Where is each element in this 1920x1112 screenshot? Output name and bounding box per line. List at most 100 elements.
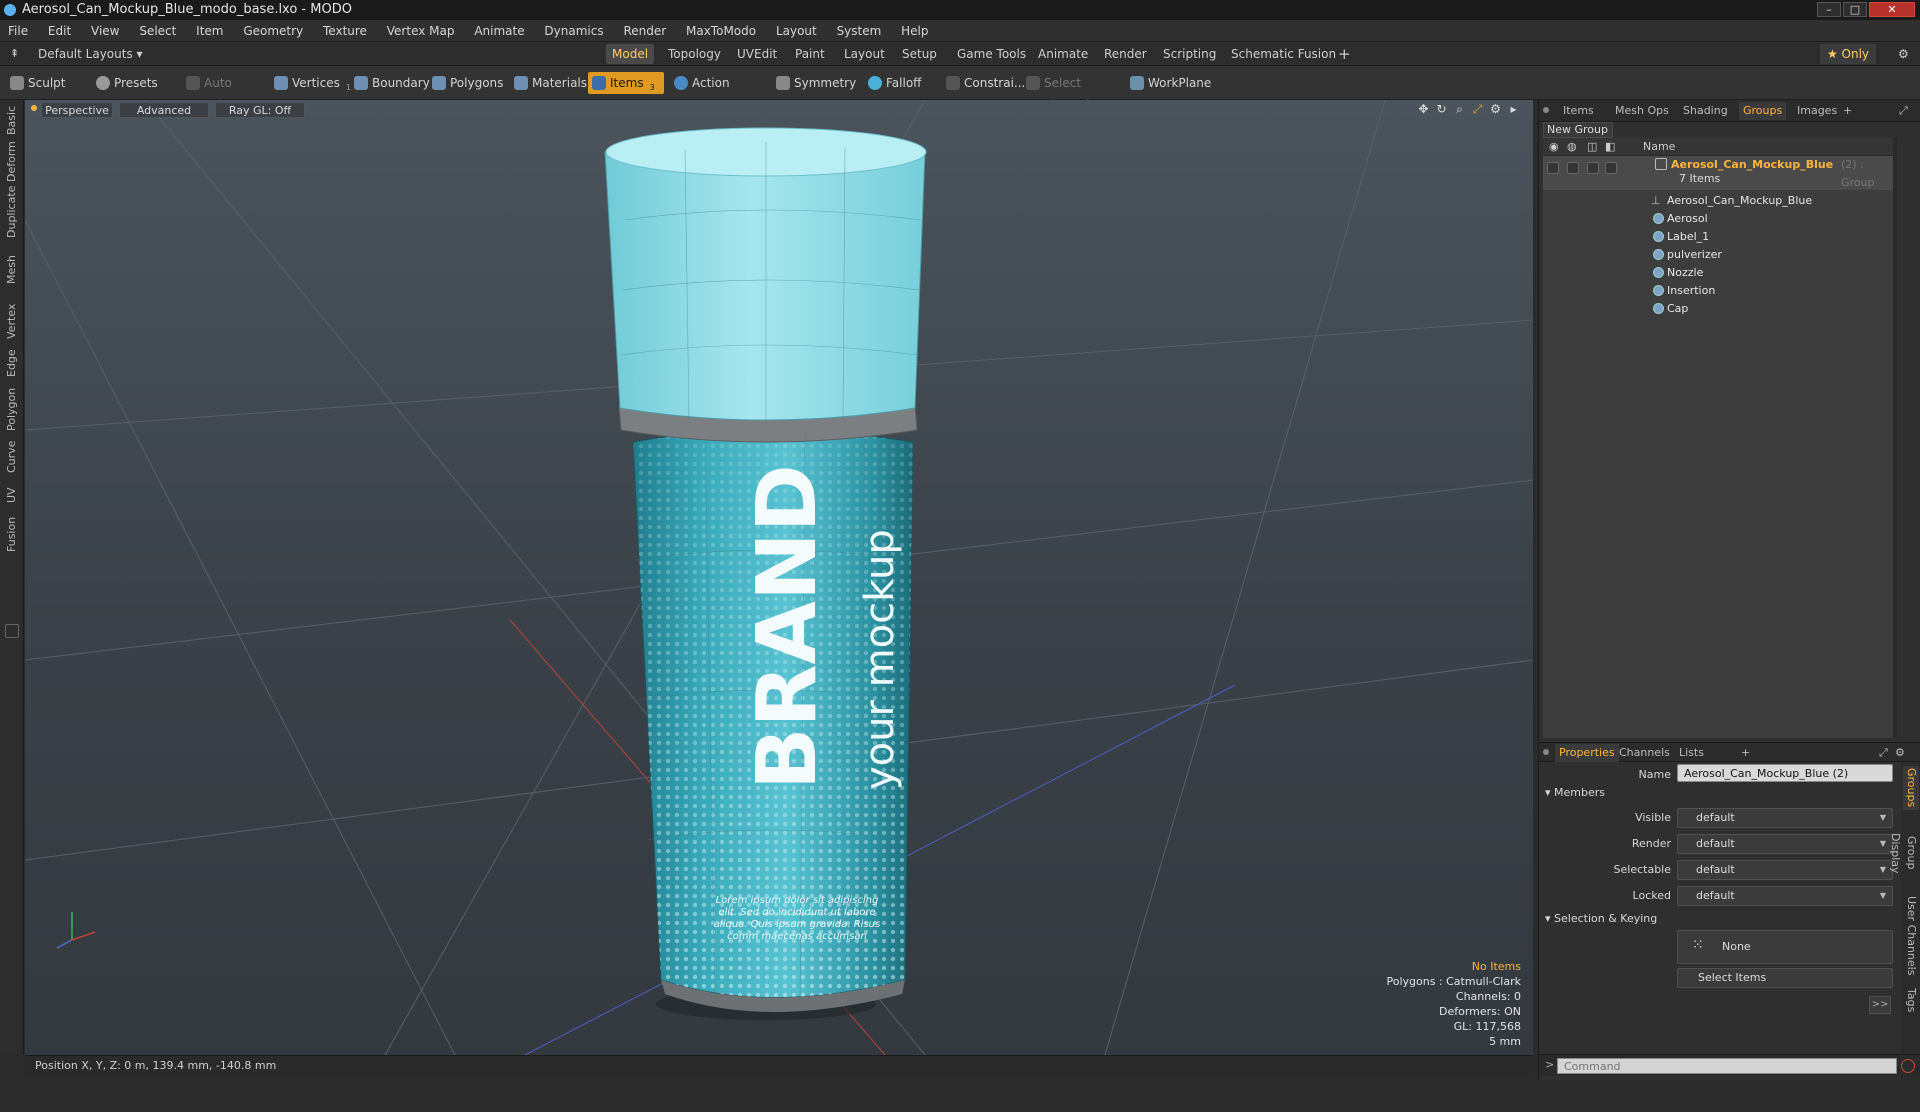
select-through-button[interactable]: Select Through [1022, 72, 1122, 112]
tab-channels[interactable]: Channels [1615, 744, 1674, 762]
boundary-button[interactable]: Boundary [350, 72, 430, 94]
only-toggle[interactable]: ★ Only [1820, 44, 1876, 64]
menu-edit[interactable]: Edit [40, 20, 79, 42]
group-select-toggle[interactable] [1605, 162, 1617, 174]
tab-edge[interactable]: Edge [3, 346, 21, 380]
keying-none-button[interactable]: ⁙ None [1677, 930, 1893, 964]
workplane-button[interactable]: WorkPlane [1126, 72, 1211, 94]
side-tab-user-channels[interactable]: User Channels [1903, 896, 1919, 976]
list-item[interactable]: pulverizer [1543, 246, 1897, 264]
list-item[interactable]: Insertion [1543, 282, 1897, 300]
panel-menu-icon[interactable] [1543, 107, 1549, 113]
menu-layout[interactable]: Layout [768, 20, 825, 42]
tab-scripting[interactable]: Scripting [1157, 44, 1222, 64]
tab-schematic-fusion[interactable]: Schematic Fusion [1225, 44, 1342, 64]
viewport-options-gear-icon[interactable]: ⚙ [1489, 103, 1502, 116]
name-field[interactable] [1677, 764, 1893, 782]
command-record-icon[interactable] [1901, 1059, 1915, 1073]
viewport-menu-icon[interactable] [31, 105, 37, 111]
selectable-dropdown[interactable]: default [1677, 860, 1893, 880]
tab-properties[interactable]: Properties [1555, 744, 1619, 762]
command-input[interactable] [1557, 1058, 1897, 1074]
tab-lists[interactable]: Lists [1675, 744, 1708, 762]
props-gear-icon[interactable]: ⚙ [1891, 744, 1909, 762]
default-layouts-dropdown[interactable]: Default Layouts ▾ [32, 44, 149, 64]
select-items-button[interactable]: Select Items [1677, 968, 1893, 988]
list-item[interactable]: ⊥ Aerosol_Can_Mockup_Blue [1543, 192, 1897, 210]
tab-mesh-ops[interactable]: Mesh Ops [1611, 102, 1673, 120]
visible-dropdown[interactable]: default [1677, 808, 1893, 828]
side-tab-tags[interactable]: Tags [1903, 984, 1919, 1016]
name-column-header[interactable]: Name [1643, 138, 1675, 156]
tab-animate[interactable]: Animate [1032, 44, 1094, 64]
selection-keying-section-header[interactable]: ▾ Selection & Keying [1545, 912, 1657, 925]
expand-more-button[interactable]: >> [1869, 996, 1891, 1014]
pan-icon[interactable]: ✥ [1417, 103, 1430, 116]
menu-texture[interactable]: Texture [315, 20, 375, 42]
presets-button[interactable]: Presets [92, 72, 170, 94]
close-button[interactable]: ✕ [1869, 2, 1915, 17]
members-section-header[interactable]: ▾ Members [1545, 786, 1605, 799]
tab-setup[interactable]: Setup [896, 44, 943, 64]
tab-shading[interactable]: Shading [1679, 102, 1732, 120]
constraints-button[interactable]: Constrai... [942, 72, 1025, 94]
tab-curve[interactable]: Curve [3, 438, 21, 476]
menu-geometry[interactable]: Geometry [235, 20, 311, 42]
expand-arrow-icon[interactable]: ▸ [1507, 103, 1520, 116]
fit-view-icon[interactable]: ⤢ [1471, 103, 1484, 116]
tab-images[interactable]: Images [1793, 102, 1841, 120]
menu-select[interactable]: Select [131, 20, 184, 42]
minimize-button[interactable]: – [1817, 2, 1841, 17]
tab-model[interactable]: Model [606, 44, 654, 64]
group-lock-toggle[interactable] [1587, 162, 1599, 174]
tab-vertex[interactable]: Vertex [3, 302, 21, 340]
3d-viewport[interactable]: BRAND your mockup Lorem ipsum dolor sit … [25, 100, 1533, 1055]
panel-expand-icon[interactable]: ⤢ [1895, 102, 1912, 120]
menu-item[interactable]: Item [188, 20, 231, 42]
pin-icon[interactable]: ⇞ [4, 44, 25, 64]
menu-file[interactable]: File [0, 20, 36, 42]
tab-groups[interactable]: Groups [1739, 102, 1787, 120]
side-tab-group-display[interactable]: Group Display [1889, 816, 1919, 890]
locked-dropdown[interactable]: default [1677, 886, 1893, 906]
tab-uv[interactable]: UV [3, 482, 21, 508]
rotate-icon[interactable]: ↻ [1435, 103, 1448, 116]
menu-animate[interactable]: Animate [466, 20, 532, 42]
vertices-button[interactable]: Vertices 1 [270, 72, 351, 94]
action-center-button[interactable]: Action Center [670, 72, 766, 112]
falloff-button[interactable]: Falloff [864, 72, 930, 94]
items-button[interactable]: Items 3 [588, 72, 664, 94]
materials-button[interactable]: Materials [510, 72, 587, 94]
tab-items[interactable]: Items [1559, 102, 1598, 120]
menu-dynamics[interactable]: Dynamics [536, 20, 611, 42]
tab-duplicate[interactable]: Duplicate [3, 186, 21, 238]
tab-mesh-edit[interactable]: Mesh Edit [3, 244, 36, 296]
render-dropdown[interactable]: default [1677, 834, 1893, 854]
tab-game-tools[interactable]: Game Tools [951, 44, 1032, 64]
groups-scrollbar[interactable] [1893, 138, 1897, 738]
group-render-toggle[interactable] [1567, 162, 1579, 174]
menu-view[interactable]: View [83, 20, 127, 42]
group-row[interactable]: Aerosol_Can_Mockup_Blue (2) : Group 7 It… [1543, 156, 1897, 190]
tab-polygon[interactable]: Polygon [3, 386, 21, 432]
list-item[interactable]: Cap [1543, 300, 1897, 318]
raygl-toggle[interactable]: Ray GL: Off [215, 102, 305, 118]
symmetry-button[interactable]: Symmetry [772, 72, 856, 94]
props-menu-icon[interactable] [1543, 749, 1549, 755]
add-panel-tab-button[interactable]: + [1839, 102, 1856, 120]
maximize-button[interactable]: □ [1843, 2, 1867, 17]
group-visibility-eye-icon[interactable] [1547, 162, 1559, 174]
toggle-panel-icon[interactable] [5, 624, 19, 638]
list-item[interactable]: Label_1 [1543, 228, 1897, 246]
view-mode-dropdown[interactable]: Perspective [41, 102, 113, 118]
auto-select-button[interactable]: Auto Select [182, 72, 266, 112]
tab-paint[interactable]: Paint [789, 44, 831, 64]
polygons-button[interactable]: Polygons [428, 72, 503, 94]
new-group-button[interactable]: New Group [1543, 122, 1613, 138]
tab-fusion[interactable]: Fusion [3, 514, 21, 554]
sculpt-button[interactable]: Sculpt [6, 72, 90, 94]
menu-render[interactable]: Render [615, 20, 674, 42]
shading-dropdown[interactable]: Advanced [119, 102, 209, 118]
tab-deform[interactable]: Deform [3, 141, 21, 182]
add-tab-button[interactable]: + [1332, 44, 1357, 64]
